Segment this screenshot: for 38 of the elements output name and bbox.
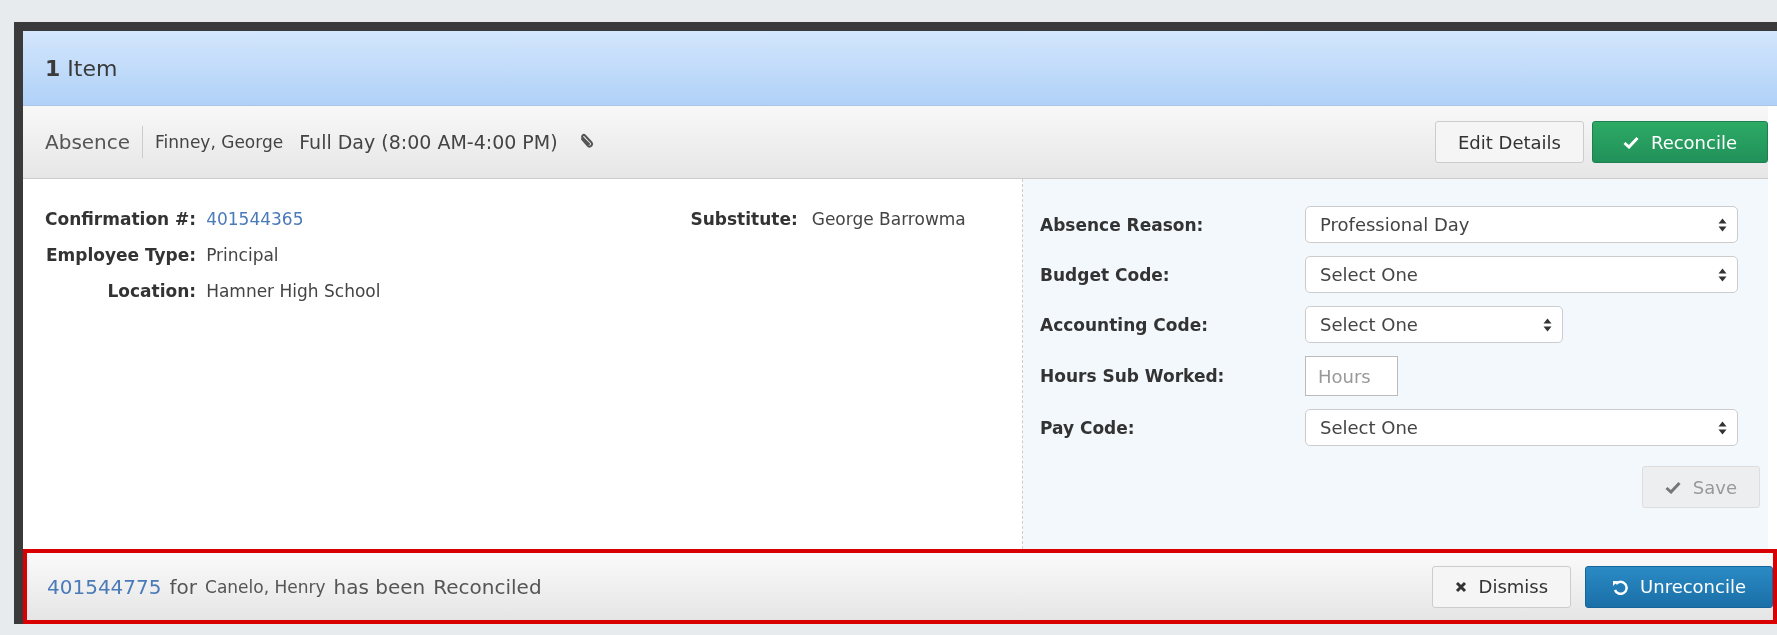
notification-text: for — [169, 574, 198, 599]
sort-arrows-icon — [1718, 217, 1727, 232]
select-field[interactable]: Professional Day — [1305, 206, 1738, 243]
field-label: Pay Code: — [1040, 417, 1136, 438]
substitute-label: Substitute: — [690, 209, 798, 229]
close-icon — [1454, 580, 1467, 593]
check-icon — [1664, 480, 1681, 494]
sort-arrows-icon — [1718, 267, 1727, 282]
detail-value: Principal — [206, 245, 280, 265]
field-label: Absence Reason: — [1040, 214, 1205, 235]
notification-text: has been — [333, 574, 426, 599]
undo-icon — [1612, 578, 1629, 595]
employee-name: Finney, George — [155, 132, 284, 152]
absence-type: Absence — [45, 126, 144, 158]
confirmation-link[interactable]: 401544365 — [206, 209, 381, 229]
substitute-name: George Barrowma — [811, 209, 966, 229]
check-icon — [1622, 135, 1639, 149]
duration: Full Day (8:00 AM-4:00 PM) — [299, 131, 558, 153]
confirmation-link[interactable]: 401544775 — [47, 574, 162, 599]
field-label: Budget Code: — [1040, 264, 1171, 285]
detail-label: Employee Type: — [45, 245, 197, 265]
sort-arrows-icon — [1543, 317, 1552, 332]
select-field[interactable]: Select One — [1305, 256, 1738, 293]
employee-name: Canelo, Henry — [205, 576, 326, 597]
select-field[interactable]: Select One — [1305, 306, 1563, 343]
detail-label: Location: — [106, 281, 197, 301]
field-label: Hours Sub Worked: — [1040, 366, 1226, 386]
detail-value: Hamner High School — [206, 281, 381, 301]
select-field[interactable]: Select One — [1305, 409, 1738, 446]
hours-input[interactable]: Hours — [1305, 356, 1398, 396]
sort-arrows-icon — [1718, 420, 1727, 435]
edit-details-button[interactable]: Edit Details — [1434, 121, 1584, 163]
item-count: 1 Item — [45, 55, 118, 81]
field-label: Accounting Code: — [1040, 314, 1209, 335]
dismiss-button[interactable]: Dismiss — [1431, 565, 1572, 608]
unreconcile-button[interactable]: Unreconcile — [1585, 565, 1773, 608]
status-text: Reconciled — [433, 574, 542, 599]
detail-label: Confirmation #: — [45, 209, 197, 229]
